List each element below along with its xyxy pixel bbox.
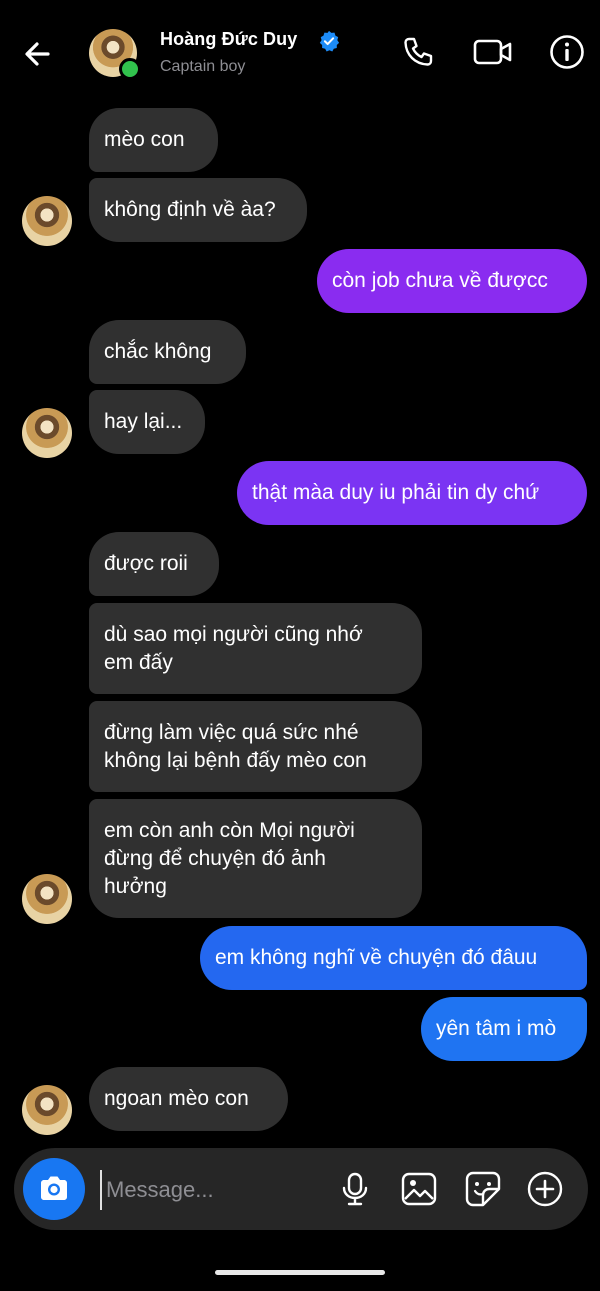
message-bubble-incoming[interactable]: em còn anh còn Mọi người đừng để chuyện …	[89, 799, 422, 918]
message-bubble-incoming[interactable]: ngoan mèo con	[89, 1067, 288, 1131]
message-bubble-outgoing[interactable]: yên tâm i mò	[421, 997, 587, 1061]
sender-avatar[interactable]	[22, 408, 72, 458]
contact-name[interactable]: Hoàng Đức Duy	[160, 29, 297, 50]
camera-icon	[41, 1176, 67, 1200]
message-bubble-incoming[interactable]: đừng làm việc quá sức nhé không lại bệnh…	[89, 701, 422, 792]
contact-status: Captain boy	[160, 58, 246, 75]
message-bubble-outgoing[interactable]: thật màa duy iu phải tin dy chứ	[237, 461, 587, 525]
camera-button[interactable]	[23, 1158, 85, 1220]
message-bubble-incoming[interactable]: dù sao mọi người cũng nhớ em đấy	[89, 603, 422, 694]
message-bubble-outgoing[interactable]: em không nghĩ về chuyện đó đâuu	[200, 926, 587, 990]
video-call-icon[interactable]	[472, 34, 514, 70]
message-bubble-incoming[interactable]: chắc không	[89, 320, 246, 384]
chat-header: Hoàng Đức Duy Captain boy	[0, 0, 600, 108]
microphone-icon[interactable]	[336, 1170, 374, 1208]
message-bubble-outgoing[interactable]: còn job chưa về đượcc	[317, 249, 587, 313]
sender-avatar[interactable]	[22, 874, 72, 924]
message-bubble-incoming[interactable]: không định về àa?	[89, 178, 307, 242]
online-status-dot	[119, 58, 141, 80]
sticker-icon[interactable]	[464, 1170, 502, 1208]
back-arrow-icon[interactable]	[18, 34, 58, 74]
sender-avatar[interactable]	[22, 1085, 72, 1135]
message-bubble-incoming[interactable]: hay lại...	[89, 390, 205, 454]
message-bubble-incoming[interactable]: mèo con	[89, 108, 218, 172]
verified-badge-icon	[319, 30, 340, 52]
message-input[interactable]	[100, 1170, 326, 1210]
sender-avatar[interactable]	[22, 196, 72, 246]
phone-call-icon[interactable]	[400, 34, 436, 70]
message-bubble-incoming[interactable]: được roii	[89, 532, 219, 596]
gallery-icon[interactable]	[400, 1170, 438, 1208]
info-icon[interactable]	[549, 34, 585, 70]
home-indicator	[215, 1270, 385, 1275]
add-plus-icon[interactable]	[526, 1170, 564, 1208]
